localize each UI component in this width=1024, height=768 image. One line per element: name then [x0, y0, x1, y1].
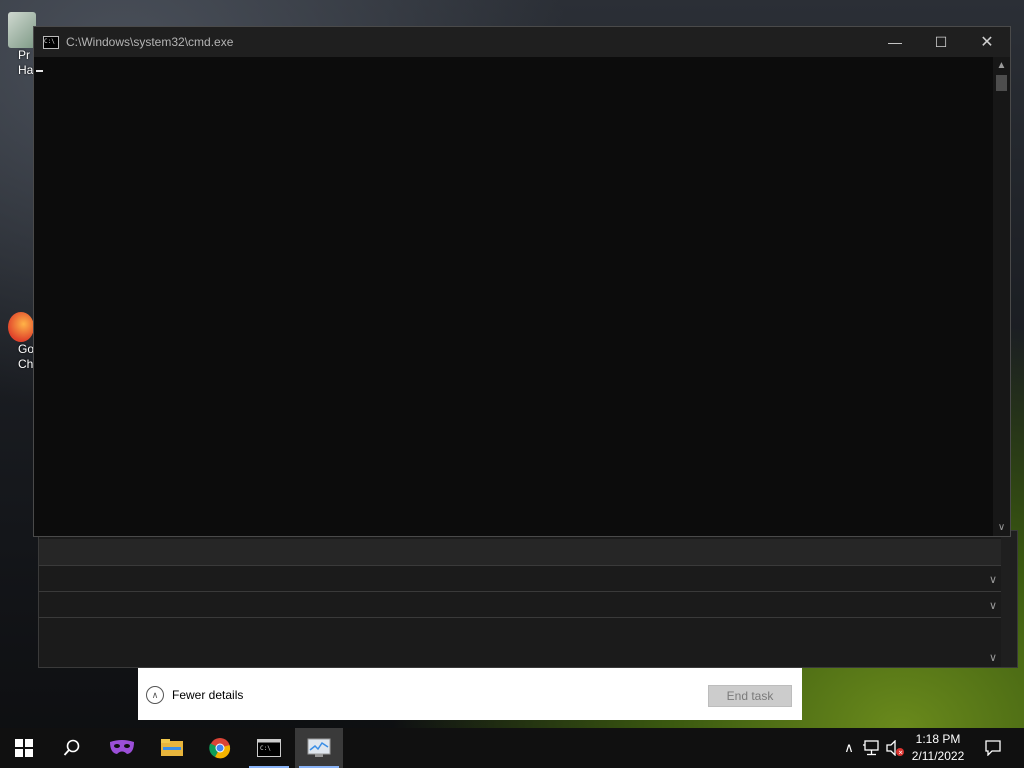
search-icon: [63, 739, 80, 756]
chevron-up-icon: ∧: [146, 686, 164, 704]
task-manager-footer: ∧ Fewer details End task: [138, 668, 802, 720]
fewer-details-button[interactable]: ∧ Fewer details: [146, 686, 243, 704]
network-icon[interactable]: [860, 728, 882, 768]
clock[interactable]: 1:18 PM 2/11/2022: [908, 731, 968, 765]
table-row[interactable]: ∨: [39, 565, 1001, 592]
search-button[interactable]: [48, 728, 96, 768]
svg-text:✕: ✕: [898, 749, 903, 756]
scrollbar-thumb[interactable]: [996, 75, 1007, 91]
chrome-app-icon: [8, 312, 34, 342]
desktop-icon-chrome[interactable]: Go Ch: [8, 312, 36, 392]
taskbar-cmd[interactable]: C:\: [245, 728, 293, 768]
desktop-icon-program[interactable]: Pr Ha: [8, 12, 36, 92]
vertical-scrollbar[interactable]: ▲ ∨: [993, 57, 1010, 536]
table-row[interactable]: ∨: [39, 591, 1001, 618]
svg-text:C:\: C:\: [260, 745, 271, 752]
cmd-window[interactable]: C:\ C:\Windows\system32\cmd.exe — ☐ ✕ ▲ …: [33, 26, 1011, 537]
maximize-button[interactable]: ☐: [918, 27, 964, 57]
console-output[interactable]: [34, 57, 994, 536]
end-task-button[interactable]: End task: [708, 685, 792, 707]
chevron-down-icon[interactable]: ∨: [989, 651, 997, 664]
network-monitor-icon: [863, 740, 879, 756]
window-title: C:\Windows\system32\cmd.exe: [66, 35, 234, 49]
task-manager-icon: [307, 738, 331, 757]
folder-icon: [161, 739, 183, 756]
taskbar-mask-app[interactable]: [98, 728, 146, 768]
start-button[interactable]: [0, 728, 48, 768]
fewer-details-label: Fewer details: [172, 688, 244, 702]
scrollbar[interactable]: [1001, 531, 1017, 667]
mask-icon: [110, 740, 134, 754]
scroll-up-icon[interactable]: ▲: [993, 57, 1010, 74]
taskbar: C:\ ∧ ✕ 1:18 PM 2/11/2022: [0, 728, 1024, 768]
taskbar-chrome[interactable]: [196, 728, 244, 768]
table-row[interactable]: ∨: [39, 617, 1001, 665]
clock-date: 2/11/2022: [911, 749, 965, 763]
close-button[interactable]: ✕: [964, 27, 1010, 57]
action-center-button[interactable]: [982, 728, 1004, 768]
table-row[interactable]: [39, 539, 1001, 566]
clock-time: 1:18 PM: [915, 732, 961, 746]
taskbar-file-explorer[interactable]: [148, 728, 196, 768]
notification-icon: [985, 740, 1001, 756]
task-manager-window: ∨ ∨ ∨: [38, 530, 1018, 668]
speaker-muted-icon: ✕: [886, 740, 904, 756]
chrome-icon: [209, 738, 231, 759]
scroll-down-icon[interactable]: ∨: [993, 519, 1010, 536]
cmd-icon[interactable]: C:\: [43, 35, 59, 49]
minimize-button[interactable]: —: [872, 27, 918, 57]
show-hidden-icons-button[interactable]: ∧: [840, 728, 858, 768]
chevron-down-icon[interactable]: ∨: [989, 599, 997, 612]
chevron-down-icon[interactable]: ∨: [989, 573, 997, 586]
windows-logo-icon: [15, 739, 33, 757]
text-cursor: [36, 70, 43, 72]
taskbar-task-manager[interactable]: [295, 728, 343, 768]
title-bar[interactable]: C:\ C:\Windows\system32\cmd.exe — ☐ ✕: [34, 27, 1010, 57]
program-icon: [8, 12, 36, 48]
terminal-icon: C:\: [257, 739, 281, 757]
volume-icon[interactable]: ✕: [884, 728, 906, 768]
